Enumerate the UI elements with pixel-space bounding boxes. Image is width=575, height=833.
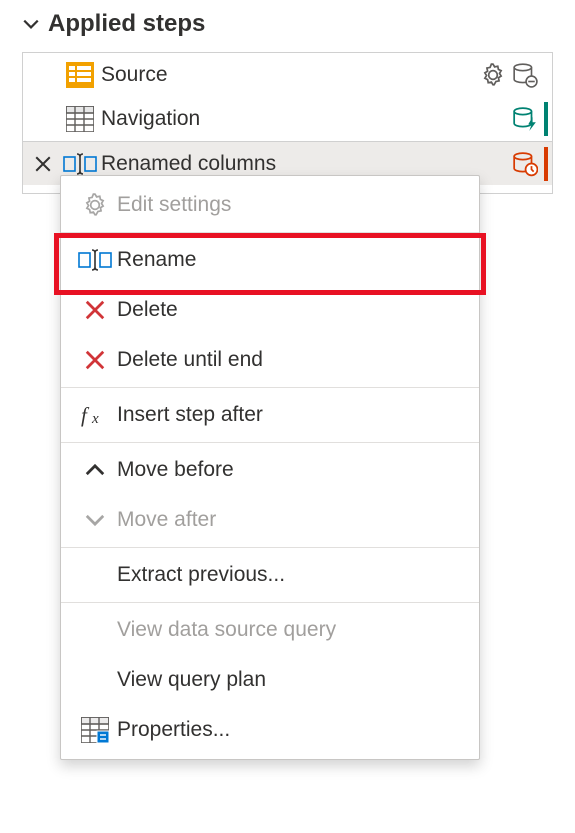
step-label: Navigation <box>101 107 512 131</box>
menu-extract-previous[interactable]: Extract previous... <box>61 550 479 600</box>
database-remove-icon[interactable] <box>512 62 538 88</box>
svg-text:x: x <box>91 411 99 427</box>
chevron-up-icon <box>73 459 117 481</box>
step-context-menu: Edit settings Rename Delete Delete until… <box>60 175 480 760</box>
menu-label: Move after <box>117 508 216 532</box>
applied-steps-header[interactable]: Applied steps <box>0 0 575 48</box>
menu-label: Properties... <box>117 718 230 742</box>
table-icon <box>63 106 97 132</box>
table-properties-icon <box>73 717 117 743</box>
menu-move-before[interactable]: Move before <box>61 445 479 495</box>
menu-label: Rename <box>117 248 196 272</box>
menu-label: View data source query <box>117 618 336 642</box>
rename-icon <box>73 249 117 271</box>
menu-separator <box>61 547 479 548</box>
menu-label: Delete <box>117 298 178 322</box>
menu-edit-settings: Edit settings <box>61 180 479 230</box>
chevron-down-icon <box>73 509 117 531</box>
menu-delete[interactable]: Delete <box>61 285 479 335</box>
database-clock-icon[interactable] <box>512 151 538 177</box>
menu-delete-until-end[interactable]: Delete until end <box>61 335 479 385</box>
panel-title: Applied steps <box>48 10 205 38</box>
menu-move-after: Move after <box>61 495 479 545</box>
menu-insert-step-after[interactable]: f x Insert step after <box>61 390 479 440</box>
menu-separator <box>61 387 479 388</box>
menu-label: Extract previous... <box>117 563 285 587</box>
fx-icon: f x <box>73 403 117 427</box>
step-label: Source <box>101 63 480 87</box>
delete-icon <box>73 299 117 321</box>
delete-icon <box>73 349 117 371</box>
svg-text:f: f <box>81 403 90 427</box>
menu-label: Insert step after <box>117 403 263 427</box>
menu-label: Edit settings <box>117 193 231 217</box>
gear-icon[interactable] <box>480 62 506 88</box>
database-bolt-icon[interactable] <box>512 106 538 132</box>
menu-properties[interactable]: Properties... <box>61 705 479 755</box>
menu-label: Delete until end <box>117 348 263 372</box>
menu-label: View query plan <box>117 668 266 692</box>
menu-separator <box>61 442 479 443</box>
close-icon[interactable] <box>34 155 52 173</box>
menu-label: Move before <box>117 458 234 482</box>
step-source[interactable]: Source <box>23 53 552 97</box>
menu-separator <box>61 232 479 233</box>
menu-rename[interactable]: Rename <box>61 235 479 285</box>
applied-steps-panel: Source <box>22 52 553 194</box>
table-source-icon <box>63 62 97 88</box>
gear-icon <box>73 192 117 218</box>
step-label: Renamed columns <box>101 152 512 176</box>
chevron-down-icon <box>22 15 40 33</box>
rename-column-icon <box>63 152 97 176</box>
step-navigation[interactable]: Navigation <box>23 97 552 141</box>
menu-view-query-plan[interactable]: View query plan <box>61 655 479 705</box>
menu-view-data-source-query: View data source query <box>61 605 479 655</box>
menu-separator <box>61 602 479 603</box>
